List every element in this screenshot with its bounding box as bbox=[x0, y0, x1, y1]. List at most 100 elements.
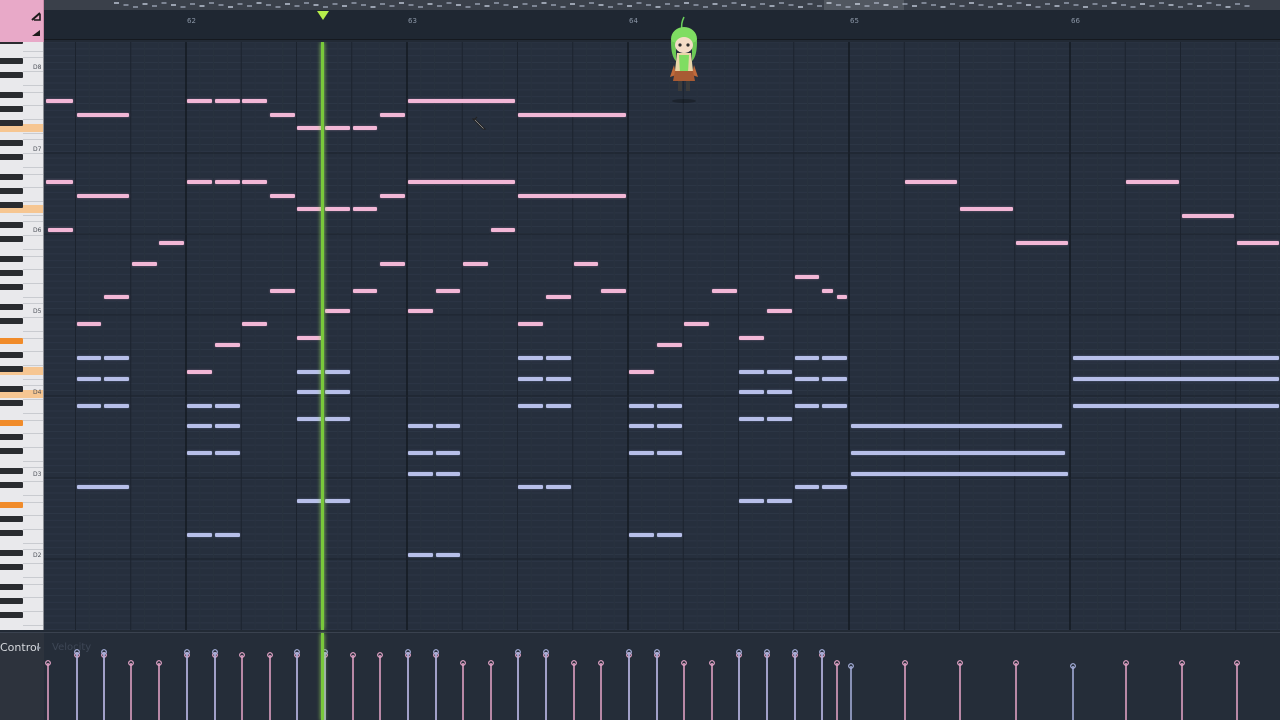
note-block[interactable] bbox=[104, 356, 129, 360]
note-block[interactable] bbox=[739, 370, 764, 374]
note-block[interactable] bbox=[270, 194, 295, 198]
black-key[interactable] bbox=[0, 468, 23, 475]
black-key[interactable] bbox=[0, 598, 23, 604]
note-block[interactable] bbox=[77, 356, 101, 360]
note-block[interactable] bbox=[1073, 356, 1279, 360]
pencil-tool-icon[interactable] bbox=[0, 0, 44, 42]
note-block[interactable] bbox=[574, 262, 598, 266]
black-key[interactable] bbox=[0, 481, 23, 488]
note-block[interactable] bbox=[1016, 241, 1068, 245]
note-block[interactable] bbox=[518, 377, 543, 381]
note-block[interactable] bbox=[629, 451, 654, 455]
note-block[interactable] bbox=[380, 194, 405, 198]
note-block[interactable] bbox=[325, 370, 350, 374]
note-block[interactable] bbox=[187, 533, 212, 537]
black-key[interactable] bbox=[0, 550, 23, 557]
note-block[interactable] bbox=[325, 309, 350, 313]
note-block[interactable] bbox=[629, 424, 654, 428]
note-block[interactable] bbox=[242, 99, 267, 103]
note-block[interactable] bbox=[104, 404, 129, 408]
note-block[interactable] bbox=[270, 113, 295, 117]
black-key[interactable] bbox=[0, 256, 23, 263]
note-block[interactable] bbox=[325, 417, 350, 421]
note-block[interactable] bbox=[436, 289, 460, 293]
note-block[interactable] bbox=[436, 553, 460, 557]
velocity-lane[interactable] bbox=[44, 633, 1280, 720]
note-block[interactable] bbox=[518, 194, 626, 198]
note-block[interactable] bbox=[297, 126, 322, 130]
pattern-overview-strip[interactable] bbox=[44, 0, 1280, 10]
note-block[interactable] bbox=[187, 451, 212, 455]
note-block[interactable] bbox=[795, 404, 819, 408]
note-block[interactable] bbox=[215, 533, 240, 537]
note-block[interactable] bbox=[408, 424, 433, 428]
black-key[interactable] bbox=[0, 563, 23, 570]
note-block[interactable] bbox=[795, 485, 819, 489]
note-block[interactable] bbox=[546, 377, 571, 381]
note-block[interactable] bbox=[297, 390, 322, 394]
note-block[interactable] bbox=[851, 424, 1062, 428]
note-block[interactable] bbox=[215, 451, 240, 455]
black-key[interactable] bbox=[0, 365, 23, 372]
piano-keyboard[interactable]: D8 D7 D6 D5 D4 D3 D2 bbox=[0, 42, 44, 630]
black-key[interactable] bbox=[0, 119, 23, 126]
black-key[interactable] bbox=[0, 283, 23, 290]
black-key[interactable] bbox=[0, 174, 23, 181]
note-block[interactable] bbox=[46, 180, 73, 184]
note-block[interactable] bbox=[767, 309, 792, 313]
note-block[interactable] bbox=[518, 322, 543, 326]
note-block[interactable] bbox=[960, 207, 1013, 211]
playhead[interactable] bbox=[321, 42, 324, 630]
note-block[interactable] bbox=[77, 485, 129, 489]
note-block[interactable] bbox=[215, 404, 240, 408]
note-block[interactable] bbox=[48, 228, 73, 232]
note-block[interactable] bbox=[851, 472, 1068, 476]
note-block[interactable] bbox=[657, 533, 682, 537]
note-block[interactable] bbox=[712, 289, 737, 293]
note-block[interactable] bbox=[739, 336, 764, 340]
note-block[interactable] bbox=[795, 377, 819, 381]
note-grid[interactable] bbox=[44, 42, 1280, 630]
note-block[interactable] bbox=[684, 322, 709, 326]
black-key[interactable] bbox=[0, 270, 23, 276]
note-block[interactable] bbox=[1073, 377, 1279, 381]
black-key[interactable] bbox=[0, 420, 23, 427]
black-key[interactable] bbox=[0, 140, 23, 147]
note-block[interactable] bbox=[436, 424, 460, 428]
note-block[interactable] bbox=[408, 180, 515, 184]
control-label[interactable]: Control bbox=[0, 641, 40, 654]
note-block[interactable] bbox=[629, 404, 654, 408]
note-block[interactable] bbox=[795, 356, 819, 360]
note-block[interactable] bbox=[1182, 214, 1234, 218]
note-block[interactable] bbox=[325, 207, 350, 211]
note-block[interactable] bbox=[601, 289, 626, 293]
note-block[interactable] bbox=[187, 99, 212, 103]
note-block[interactable] bbox=[767, 390, 792, 394]
note-block[interactable] bbox=[215, 99, 240, 103]
note-block[interactable] bbox=[297, 370, 322, 374]
note-block[interactable] bbox=[657, 343, 682, 347]
note-block[interactable] bbox=[325, 499, 350, 503]
note-block[interactable] bbox=[822, 356, 847, 360]
note-block[interactable] bbox=[297, 336, 322, 340]
note-block[interactable] bbox=[657, 424, 682, 428]
note-block[interactable] bbox=[325, 126, 350, 130]
note-block[interactable] bbox=[77, 113, 129, 117]
black-key[interactable] bbox=[0, 317, 23, 324]
black-key[interactable] bbox=[0, 584, 23, 591]
black-key[interactable] bbox=[0, 338, 23, 345]
note-block[interactable] bbox=[77, 194, 129, 198]
note-block[interactable] bbox=[297, 207, 322, 211]
note-block[interactable] bbox=[822, 289, 833, 293]
note-block[interactable] bbox=[1073, 404, 1279, 408]
black-key[interactable] bbox=[0, 386, 23, 393]
black-key[interactable] bbox=[0, 71, 23, 78]
note-block[interactable] bbox=[767, 499, 792, 503]
black-key[interactable] bbox=[0, 92, 23, 99]
note-block[interactable] bbox=[77, 322, 101, 326]
note-block[interactable] bbox=[77, 377, 101, 381]
note-block[interactable] bbox=[436, 451, 460, 455]
note-block[interactable] bbox=[767, 417, 792, 421]
note-block[interactable] bbox=[546, 404, 571, 408]
black-key[interactable] bbox=[0, 399, 23, 406]
